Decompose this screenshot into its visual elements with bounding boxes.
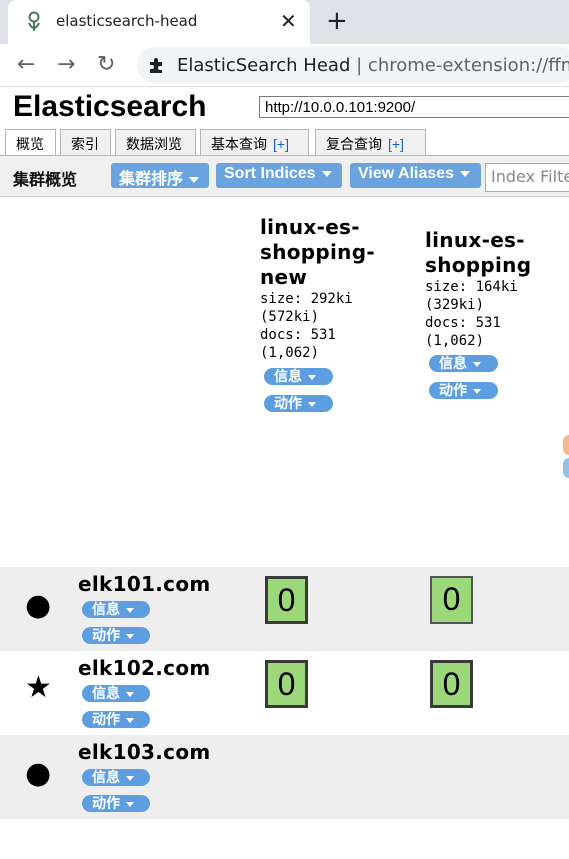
app-title: Elasticsearch [13,90,207,123]
index-actions-label: 动作 [439,382,467,398]
view-aliases-label: View Aliases [358,165,455,182]
cluster-url-input[interactable] [259,96,569,118]
index-column: linux-es- shopping size: 164ki (329ki) d… [425,228,565,350]
chevron-down-icon [126,607,134,613]
back-arrow-icon[interactable]: ← [17,52,35,77]
node-actions-label: 动作 [92,627,120,643]
index-name-line: linux-es- [260,215,360,239]
tab-indices[interactable]: 索引 [60,129,111,155]
reload-icon[interactable]: ↻ [97,52,115,77]
index-info-label: 信息 [439,355,467,371]
index-info-label: 信息 [274,368,302,384]
tab-basic-query[interactable]: 基本查询 [+] [200,129,309,155]
index-actions-label: 动作 [274,395,302,411]
tab-compound-query-plus: [+] [388,136,404,152]
index-size-total: (329ki) [425,297,485,313]
node-actions-button[interactable]: 动作 [82,795,150,812]
index-name-line: new [260,265,308,289]
extension-puzzle-icon [150,58,162,73]
index-size-total: (572ki) [260,309,320,325]
index-size: size: 164ki [425,279,518,295]
shard-box[interactable]: 0 [430,660,473,708]
index-column: linux-es- shopping- new size: 292ki (572… [260,215,410,362]
index-filter-input[interactable]: Index Filter [485,163,569,192]
address-bar-text: ElasticSearch Head | chrome-extension://… [177,55,569,76]
elasticsearch-head-favicon-icon [28,11,40,31]
star-icon: ★ [25,670,52,705]
node-row: ● elk103.com 信息 动作 [0,735,569,819]
chrome-divider [0,86,569,87]
index-filter-placeholder: Index Filter [491,167,569,186]
chevron-down-icon [126,775,134,781]
chevron-down-icon [189,176,200,183]
index-docs: docs: 531 [260,327,336,343]
shard-box[interactable]: 0 [430,576,473,624]
node-name: elk101.com [78,572,211,596]
index-name-line: shopping- [260,240,375,264]
tab-indices-label: 索引 [71,136,99,152]
index-info-button[interactable]: 信息 [429,355,498,372]
edge-indicator-blue [563,458,569,478]
tab-browser[interactable]: 数据浏览 [115,129,196,155]
new-tab-icon[interactable]: + [326,6,348,36]
node-row: ● elk101.com 信息 动作 0 0 [0,567,569,651]
chevron-down-icon [321,170,332,177]
tab-compound-query-label: 复合查询 [326,136,382,152]
shard-box[interactable]: 0 [265,660,308,708]
node-name: elk103.com [78,740,211,764]
circle-icon: ● [25,588,52,623]
index-actions-button[interactable]: 动作 [429,382,498,399]
index-docs-total: (1,062) [260,345,320,361]
node-row: ★ elk102.com 信息 动作 0 0 [0,651,569,735]
node-name: elk102.com [78,656,211,680]
node-info-button[interactable]: 信息 [82,685,150,702]
node-info-button[interactable]: 信息 [82,601,150,618]
shard-box[interactable]: 0 [265,576,308,624]
chevron-down-icon [126,691,134,697]
index-size: size: 292ki [260,291,353,307]
tab-overview[interactable]: 概览 [5,129,56,155]
chevron-down-icon [460,170,471,177]
chevron-down-icon [308,374,316,380]
chevron-down-icon [473,361,481,367]
index-info-button[interactable]: 信息 [264,368,333,385]
chevron-down-icon [126,633,134,639]
index-docs-total: (1,062) [425,333,485,349]
node-actions-button[interactable]: 动作 [82,711,150,728]
cluster-sort-button[interactable]: 集群排序 [111,163,209,188]
tab-basic-query-plus: [+] [273,136,289,152]
tab-compound-query[interactable]: 复合查询 [+] [315,129,426,155]
cluster-sort-label: 集群排序 [119,171,184,188]
view-aliases-button[interactable]: View Aliases [350,163,481,188]
tab-basic-query-label: 基本查询 [211,136,267,152]
sort-indices-button[interactable]: Sort Indices [216,163,342,188]
index-actions-button[interactable]: 动作 [264,395,333,412]
circle-icon: ● [25,756,52,791]
edge-indicator-orange [563,435,569,455]
address-separator: | [356,55,363,76]
node-actions-label: 动作 [92,711,120,727]
overview-title: 集群概览 [13,170,78,189]
chevron-down-icon [473,388,481,394]
sort-indices-label: Sort Indices [224,165,316,182]
browser-tab-title: elasticsearch-head [56,12,198,30]
address-site-name: ElasticSearch Head [177,55,351,76]
node-info-label: 信息 [92,769,120,785]
node-info-button[interactable]: 信息 [82,769,150,786]
tab-close-icon[interactable]: ✕ [280,9,297,33]
index-docs: docs: 531 [425,315,501,331]
tab-overview-label: 概览 [16,136,44,152]
node-actions-button[interactable]: 动作 [82,627,150,644]
node-info-label: 信息 [92,685,120,701]
address-url: chrome-extension://ffmki [367,55,569,76]
index-name-line: linux-es- [425,228,525,252]
chevron-down-icon [126,801,134,807]
forward-arrow-icon[interactable]: → [57,52,75,77]
tab-browser-label: 数据浏览 [126,136,182,152]
node-info-label: 信息 [92,601,120,617]
index-name-line: shopping [425,253,532,277]
node-actions-label: 动作 [92,795,120,811]
chevron-down-icon [126,717,134,723]
chevron-down-icon [308,401,316,407]
